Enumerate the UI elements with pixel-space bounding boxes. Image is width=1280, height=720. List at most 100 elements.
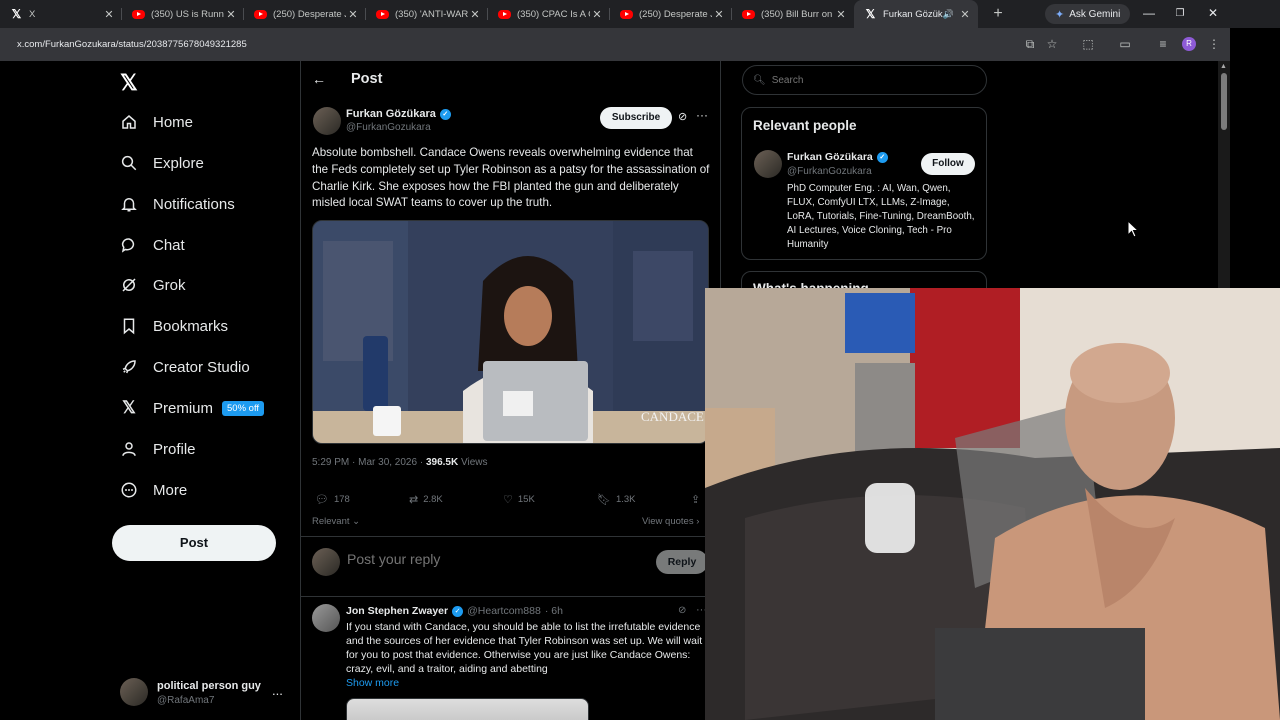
reply-button[interactable]: Reply [656,550,708,574]
comment-text: If you stand with Candace, you should be… [346,621,703,675]
comment-author-name[interactable]: Jon Stephen Zwayer [346,605,448,617]
post-video[interactable]: CANDACE [312,220,709,444]
person-name[interactable]: Furkan Gözükara ✓ [787,151,888,163]
nav-explore[interactable]: Explore [120,148,204,178]
nav-chat[interactable]: Chat [120,230,185,260]
browser-tab-1[interactable]: 𝕏 X ✕ [0,0,122,28]
avatar [120,678,148,706]
reply-sort-dropdown[interactable]: Relevant ⌄ [312,516,360,527]
x-logo[interactable]: 𝕏 [120,70,138,96]
search-input[interactable] [771,74,972,86]
gemini-icon: ✦ [1055,8,1065,21]
like-button[interactable]: ♡ 15K [503,493,535,506]
nav-label: More [153,481,188,499]
close-tab-icon[interactable]: ✕ [102,8,116,21]
account-name: political person guy [157,680,261,692]
close-tab-icon[interactable]: ✕ [958,8,972,21]
reply-count: 178 [333,494,350,505]
scrollbar-thumb[interactable] [1221,73,1227,130]
person-handle[interactable]: @FurkanGozukara [787,166,872,177]
browser-menu-icon[interactable]: ⋮ [1206,37,1222,51]
close-tab-icon[interactable]: ✕ [712,8,726,21]
author-handle[interactable]: @FurkanGozukara [346,122,431,133]
close-tab-icon[interactable]: ✕ [468,8,482,21]
youtube-icon [498,9,511,19]
tab-title: (350) 'ANTI-WAR' M [395,8,468,20]
browser-tab-7[interactable]: (350) Bill Burr on W✕ [732,0,854,28]
browser-tab-active[interactable]: 𝕏 Furkan Gözükara🔊 ✕ [854,0,978,28]
back-arrow-icon[interactable]: ← [312,71,326,87]
extensions-icon[interactable]: ⬚ [1080,37,1096,51]
webcam-feed [705,288,1280,720]
window-close-icon[interactable]: ✕ [1203,6,1223,20]
chevron-right-icon: › [693,516,700,527]
browser-tab-6[interactable]: (250) Desperate Joe✕ [610,0,732,28]
reply-input[interactable] [347,551,637,567]
browser-tab-4[interactable]: (350) 'ANTI-WAR' M✕ [366,0,488,28]
post-more-icon[interactable]: ··· [696,108,708,122]
profile-avatar[interactable]: R [1182,37,1196,51]
new-tab-button[interactable]: + [984,5,1012,23]
comment-handle[interactable]: @Heartcom888 [467,605,541,617]
nav-bookmarks[interactable]: Bookmarks [120,311,228,341]
scroll-up-icon[interactable]: ▲ [1220,63,1227,70]
view-quotes-label: View quotes [642,516,694,527]
close-tab-icon[interactable]: ✕ [834,8,848,21]
nav-premium[interactable]: 𝕏 Premium 50% off [120,393,265,423]
bookmark-button[interactable]: 🔖︎ 1.3K [597,493,636,506]
youtube-icon [620,9,633,19]
view-quotes-link[interactable]: View quotes › [642,516,699,527]
url-text[interactable]: x.com/FurkanGozukara/status/203877567804… [17,39,247,50]
grok-icon[interactable]: ⊘ [678,110,687,123]
card-title: Relevant people [753,118,857,133]
author-name[interactable]: Furkan Gözükara ✓ [346,108,451,120]
reply-count-button[interactable]: 💬︎ 178 [315,493,350,506]
divider [301,596,720,597]
tab-title: (250) Desperate Joe [639,8,712,20]
post-timestamp[interactable]: 5:29 PM · Mar 30, 2026 · [312,457,426,468]
nav-profile[interactable]: Profile [120,434,196,464]
follow-button[interactable]: Follow [921,153,975,175]
comment-media[interactable] [346,698,589,720]
post-text: Absolute bombshell. Candace Owens reveal… [312,146,710,210]
close-tab-icon[interactable]: ✕ [590,8,604,21]
browser-tab-3[interactable]: (250) Desperate Joe✕ [244,0,366,28]
side-panel-icon[interactable]: ▭ [1117,37,1133,51]
author-avatar[interactable] [313,107,341,135]
bookmark-count: 1.3K [615,494,636,505]
browser-tab-5[interactable]: (350) CPAC Is A Ch✕ [488,0,610,28]
close-tab-icon[interactable]: ✕ [346,8,360,21]
minimize-icon[interactable]: — [1139,6,1159,20]
sort-label: Relevant [312,516,350,527]
x-icon: 𝕏 [122,398,136,417]
close-tab-icon[interactable]: ✕ [224,8,238,21]
heart-icon: ♡ [503,494,513,506]
media-control-icon[interactable]: ≡ [1155,37,1171,51]
nav-more[interactable]: More [120,475,187,505]
subscribe-button[interactable]: Subscribe [600,107,672,129]
grok-icon[interactable]: ⊘ [678,605,686,616]
share-button[interactable]: ⇪ [691,493,705,506]
avatar[interactable] [754,150,782,178]
nav-creator-studio[interactable]: Creator Studio [120,352,250,382]
bookmark-star-icon[interactable]: ☆ [1044,37,1060,51]
compose-post-button[interactable]: Post [112,525,276,561]
account-more-icon[interactable]: ... [272,683,283,698]
comment-time[interactable]: · 6h [545,605,563,617]
nav-notifications[interactable]: Notifications [120,189,235,219]
restore-icon[interactable]: ❐ [1170,8,1190,19]
nav-grok[interactable]: Grok [120,270,186,300]
repost-button[interactable]: ⇄ 2.8K [409,493,443,506]
ask-gemini-button[interactable]: ✦ Ask Gemini [1045,4,1131,24]
browser-tab-2[interactable]: (350) US is Running✕ [122,0,244,28]
account-switcher[interactable]: political person guy @RafaAma7 ... [120,678,290,708]
webcam-overlay [705,288,1280,720]
install-app-icon[interactable]: ⧉ [1022,37,1038,52]
person-name-text: Furkan Gözükara [787,151,873,163]
search-box[interactable]: 🔍︎ [742,65,987,95]
video-watermark: CANDACE [641,409,704,424]
speaker-icon[interactable]: 🔊 [943,9,954,20]
show-more-link[interactable]: Show more [346,677,399,689]
comment-avatar[interactable] [312,604,340,632]
nav-home[interactable]: Home [120,107,193,137]
